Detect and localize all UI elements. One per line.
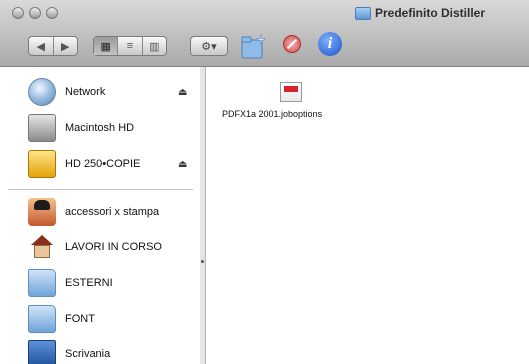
eject-icon[interactable]: ⏏ [178,159,187,170]
back-button[interactable]: ◀ [29,37,54,55]
sidebar-item-label: Scrivania [65,348,111,360]
folder-icon [28,305,56,333]
sidebar-divider [8,189,193,190]
sidebar-item-macintosh-hd[interactable]: Macintosh HD [0,111,200,145]
sidebar-item-font[interactable]: FONT [0,302,200,336]
info-icon[interactable]: i [318,32,342,56]
minimize-window-button[interactable] [29,7,41,19]
close-window-button[interactable] [12,7,24,19]
resize-grip-icon [201,260,204,263]
title-bar: Predefinito Distiller ◀ ▶ ▦ ≡ ▥ ⚙▾ + i [0,0,529,67]
house-icon [28,233,56,261]
stop-icon[interactable] [283,35,301,53]
sidebar-item-network[interactable]: Network ⏏ [0,75,200,109]
view-mode-control: ▦ ≡ ▥ [93,36,167,56]
window-controls [12,7,58,19]
sidebar-item-label: accessori x stampa [65,206,160,218]
file-name: PDFX1a 2001.joboptions [222,109,323,119]
sidebar-item-label: FONT [65,313,95,325]
folder-icon [28,269,56,297]
joboptions-file-icon [280,82,302,102]
hard-drive-icon [28,114,56,142]
sidebar-item-label: LAVORI IN CORSO [65,241,162,253]
window-title: Predefinito Distiller [355,6,485,20]
sidebar-item-scrivania[interactable]: Scrivania [0,337,200,364]
sidebar: Network ⏏ Macintosh HD HD 250•COPIE ⏏ ac… [0,67,201,364]
network-globe-icon [28,78,56,106]
external-drive-icon [28,150,56,178]
sidebar-item-label: HD 250•COPIE [65,158,141,170]
user-home-icon [28,198,56,226]
svg-text:+: + [256,32,266,46]
finder-window: Predefinito Distiller ◀ ▶ ▦ ≡ ▥ ⚙▾ + i N… [0,0,529,364]
sidebar-item-label: Network [65,86,106,98]
forward-button[interactable]: ▶ [54,37,78,55]
action-menu-button[interactable]: ⚙▾ [190,36,228,56]
sidebar-resize-handle[interactable] [200,67,206,364]
eject-icon[interactable]: ⏏ [178,87,187,98]
back-forward-control: ◀ ▶ [28,36,78,56]
sidebar-item-label: Macintosh HD [65,122,135,134]
sidebar-item-label: ESTERNI [65,277,113,289]
icon-view-button[interactable]: ▦ [94,37,119,55]
window-title-text: Predefinito Distiller [375,6,486,20]
list-view-button[interactable]: ≡ [118,37,143,55]
sidebar-item-hd-250-copie[interactable]: HD 250•COPIE ⏏ [0,147,200,181]
desktop-icon [28,340,56,364]
zoom-window-button[interactable] [46,7,58,19]
new-folder-icon[interactable]: + [240,32,266,60]
column-view-button[interactable]: ▥ [143,37,166,55]
sidebar-item-esterni[interactable]: ESTERNI [0,266,200,300]
sidebar-item-accessori-x-stampa[interactable]: accessori x stampa [0,195,200,229]
sidebar-item-lavori-in-corso[interactable]: LAVORI IN CORSO [0,230,200,264]
folder-icon [355,6,371,20]
